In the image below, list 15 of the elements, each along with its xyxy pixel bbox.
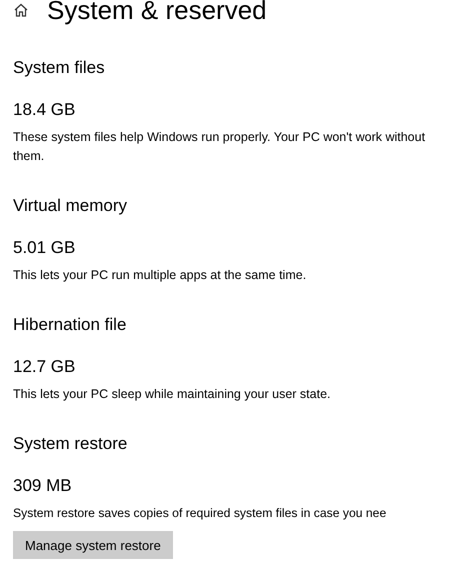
- section-heading: System files: [13, 57, 106, 79]
- page-title: System & reserved: [47, 0, 267, 25]
- section-description: This lets your PC sleep while maintaining your user state.: [13, 386, 332, 403]
- section-description: System restore saves copies of required system files in case you nee: [13, 505, 388, 522]
- section-heading: Virtual memory: [13, 195, 128, 217]
- section-heading: System restore: [13, 433, 128, 455]
- manage-button[interactable]: Manage system restore: [13, 531, 173, 559]
- size-value: 309 MB: [13, 475, 73, 497]
- section-description: This lets your PC run multiple apps at the same time.: [13, 267, 308, 284]
- section-heading: Hibernation file: [13, 314, 128, 336]
- size-value: 18.4 GB: [13, 99, 76, 121]
- size-value: 5.01 GB: [13, 237, 76, 259]
- size-value: 12.7 GB: [13, 356, 76, 378]
- home-icon[interactable]: [13, 2, 29, 18]
- section-description: These system files help Windows run properly. Your PC won't work without them.: [13, 129, 426, 165]
